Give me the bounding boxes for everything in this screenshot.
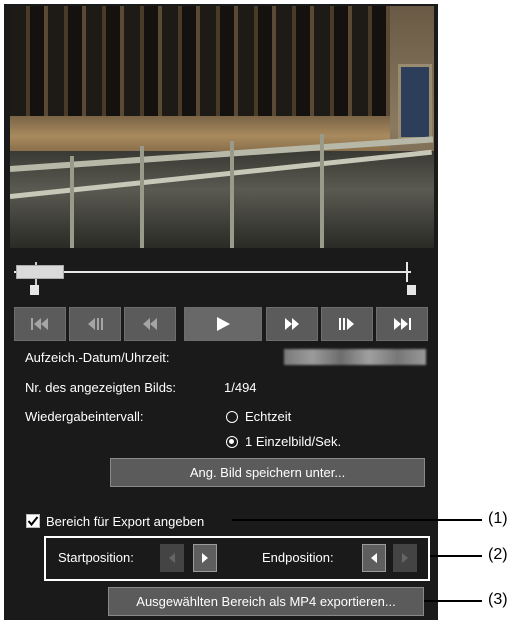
radio-one-frame-per-sec-label[interactable]: 1 Einzelbild/Sek. (245, 434, 341, 449)
skip-start-button[interactable] (14, 307, 66, 341)
skip-start-icon (31, 318, 48, 330)
start-prev-button[interactable] (160, 544, 184, 572)
callout-1: (1) (488, 510, 508, 527)
play-icon (217, 317, 230, 331)
arrow-right-icon (202, 553, 208, 563)
start-next-button[interactable] (193, 544, 217, 572)
step-back-button[interactable] (69, 307, 121, 341)
export-range-checkbox[interactable] (26, 514, 40, 528)
step-forward-button[interactable] (321, 307, 373, 341)
step-forward-icon (339, 318, 354, 330)
radio-one-frame-per-sec[interactable] (226, 436, 238, 448)
end-next-button[interactable] (393, 544, 417, 572)
callout-line-1 (232, 519, 482, 521)
export-range-label[interactable]: Bereich für Export angeben (46, 514, 204, 529)
playback-interval-label: Wiedergabeintervall: (25, 409, 144, 424)
callout-line-2 (430, 555, 482, 557)
start-position-label: Startposition: (58, 550, 134, 565)
record-datetime-label: Aufzeich.-Datum/Uhrzeit: (25, 350, 170, 365)
frame-number-value: 1/494 (224, 380, 257, 395)
rewind-icon (143, 318, 157, 330)
timeline-scrubber[interactable] (16, 265, 64, 279)
record-datetime-value (284, 349, 426, 365)
export-mp4-button[interactable]: Ausgewählten Bereich als MP4 exportieren… (108, 587, 424, 616)
rewind-button[interactable] (124, 307, 176, 341)
end-position-label: Endposition: (262, 550, 334, 565)
callout-line-3 (424, 600, 482, 602)
step-back-icon (88, 318, 103, 330)
arrow-left-icon (371, 553, 377, 563)
callout-2: (2) (488, 546, 508, 563)
checkmark-icon (27, 516, 39, 527)
export-start-handle[interactable] (30, 285, 39, 295)
skip-end-button[interactable] (376, 307, 428, 341)
timeline-end-marker (406, 262, 408, 282)
arrow-right-icon (402, 553, 408, 563)
save-image-button[interactable]: Ang. Bild speichern unter... (110, 458, 425, 487)
video-preview (10, 6, 434, 248)
frame-number-label: Nr. des angezeigten Bilds: (25, 380, 177, 395)
timeline-track[interactable] (14, 271, 411, 273)
fast-forward-icon (285, 318, 299, 330)
radio-realtime-label[interactable]: Echtzeit (245, 409, 291, 424)
skip-end-icon (394, 318, 411, 330)
play-button[interactable] (184, 307, 262, 341)
end-prev-button[interactable] (362, 544, 386, 572)
radio-realtime[interactable] (226, 411, 238, 423)
fast-forward-button[interactable] (266, 307, 318, 341)
export-end-handle[interactable] (407, 285, 416, 295)
arrow-left-icon (169, 553, 175, 563)
callout-3: (3) (488, 591, 508, 608)
